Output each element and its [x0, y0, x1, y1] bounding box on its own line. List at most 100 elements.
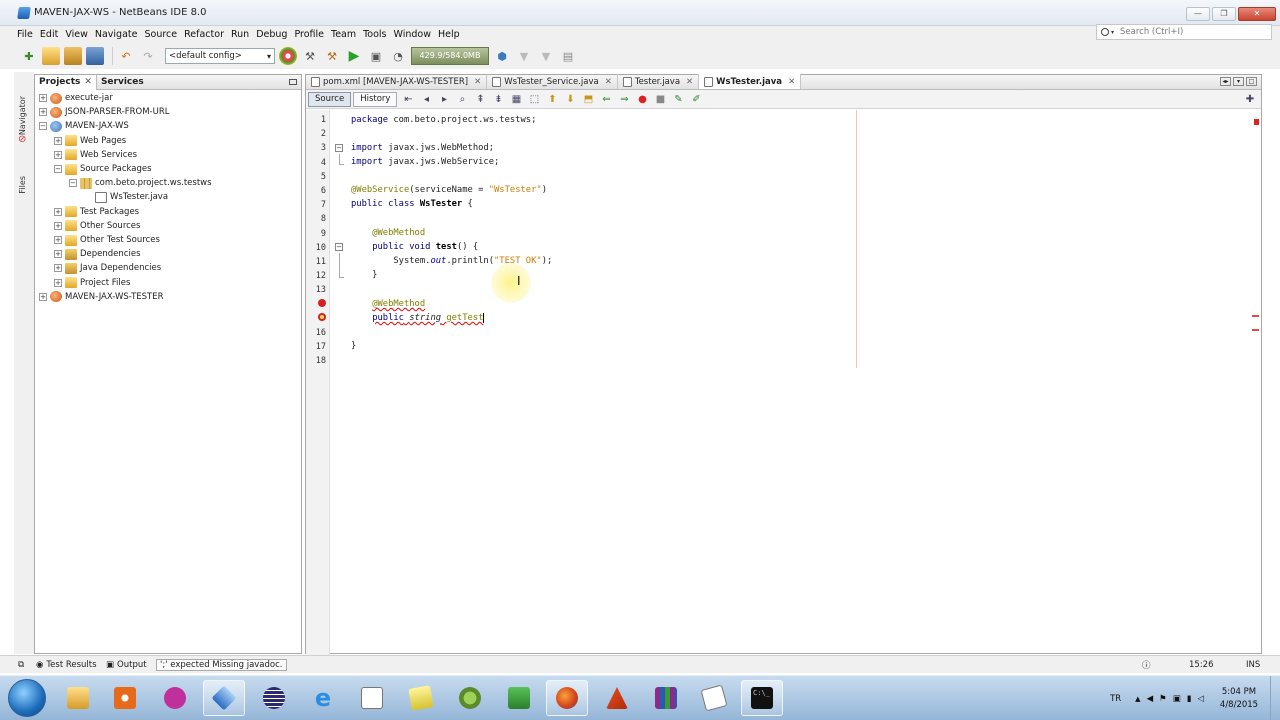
speaker-icon[interactable]: ◀	[1147, 694, 1154, 704]
menu-profile[interactable]: Profile	[294, 29, 324, 40]
menu-help[interactable]: Help	[438, 29, 460, 40]
run-icon[interactable]: ▶	[345, 47, 363, 65]
collapse-icon[interactable]: −	[39, 122, 47, 131]
save-all-icon[interactable]	[86, 47, 104, 65]
taskbar-media-player[interactable]	[104, 680, 146, 716]
taskbar-firefox[interactable]	[546, 680, 588, 716]
expand-icon[interactable]: +	[54, 221, 62, 230]
shift-right-icon[interactable]: ⇒	[617, 93, 631, 106]
close-tab-icon[interactable]: ✕	[84, 77, 92, 87]
tab-wstester[interactable]: WsTester.java ✕	[699, 74, 802, 89]
find-previous-icon[interactable]: ⇞	[473, 93, 487, 106]
taskbar-app[interactable]	[154, 680, 196, 716]
back-icon[interactable]: ◂	[419, 93, 433, 106]
expand-icon[interactable]: +	[39, 292, 47, 301]
menu-run[interactable]: Run	[231, 29, 249, 40]
toggle-selection-icon[interactable]: ⬚	[527, 93, 541, 106]
tree-item[interactable]: + JSON-PARSER-FROM-URL	[39, 105, 169, 119]
pause-io-icon[interactable]: ▼	[515, 47, 533, 65]
maximize-button[interactable]: ❐	[1212, 7, 1236, 21]
expand-icon[interactable]: +	[54, 264, 62, 273]
fold-toggle-icon[interactable]: −	[335, 144, 343, 152]
taskbar-matlab[interactable]	[596, 680, 638, 716]
output-tab[interactable]: ▣ Output	[106, 658, 147, 672]
error-stripe-mark[interactable]	[1252, 315, 1259, 317]
error-icon[interactable]	[318, 299, 326, 307]
flag-icon[interactable]: ⚑	[1159, 694, 1167, 704]
menu-view[interactable]: View	[65, 29, 88, 40]
show-opened-documents-icon[interactable]: ▾	[1233, 77, 1244, 86]
fold-toggle-icon[interactable]: −	[335, 243, 343, 251]
tree-item[interactable]: + Web Services	[54, 148, 137, 162]
menu-navigate[interactable]: Navigate	[95, 29, 138, 40]
tree-item[interactable]: WsTester.java	[84, 190, 168, 204]
profile-icon[interactable]: ◔	[389, 47, 407, 65]
menu-debug[interactable]: Debug	[256, 29, 287, 40]
tree-item[interactable]: + Project Files	[54, 276, 130, 290]
debug-icon[interactable]: ▣	[367, 47, 385, 65]
close-tab-icon[interactable]: ✕	[605, 77, 612, 87]
next-bookmark-icon[interactable]: ⬇	[563, 93, 577, 106]
expand-icon[interactable]: +	[54, 150, 62, 159]
minimize-panel-icon[interactable]	[289, 79, 297, 85]
config-select[interactable]: <default config>	[165, 48, 275, 64]
tree-item[interactable]: + Other Test Sources	[54, 233, 160, 247]
split-editor-icon[interactable]: ✚	[1243, 93, 1257, 106]
language-indicator[interactable]: TR	[1110, 694, 1121, 704]
stop-io-icon[interactable]: ▼	[537, 47, 555, 65]
start-macro-icon[interactable]: ●	[635, 93, 649, 106]
minimize-button[interactable]: —	[1186, 7, 1210, 21]
stop-macro-icon[interactable]: ■	[653, 93, 667, 106]
tab-wstester-service[interactable]: WsTester_Service.java ✕	[487, 74, 618, 89]
close-tab-icon[interactable]: ✕	[686, 77, 693, 87]
find-icon[interactable]: ⌕	[455, 93, 469, 106]
tree-item[interactable]: − Source Packages	[54, 162, 152, 176]
previous-bookmark-icon[interactable]: ⬆	[545, 93, 559, 106]
last-edit-icon[interactable]: ⇤	[401, 93, 415, 106]
network-icon[interactable]: ▮	[1187, 694, 1192, 704]
history-mode-button[interactable]: History	[353, 91, 398, 107]
find-next-icon[interactable]: ⇟	[491, 93, 505, 106]
notifications-icon[interactable]: ⓘ	[1142, 658, 1151, 672]
chart-icon[interactable]: ▤	[559, 47, 577, 65]
test-results-tab[interactable]: ◉ Test Results	[36, 658, 97, 672]
menu-refactor[interactable]: Refactor	[184, 29, 224, 40]
taskbar-explorer[interactable]	[57, 680, 99, 716]
source-mode-button[interactable]: Source	[308, 91, 352, 107]
comment-icon[interactable]: ✎	[671, 93, 685, 106]
taskbar-android-studio[interactable]	[449, 680, 491, 716]
error-stripe-mark[interactable]	[1252, 329, 1259, 331]
close-tab-icon[interactable]: ✕	[474, 77, 481, 87]
browser-icon[interactable]	[279, 47, 297, 65]
tree-item[interactable]: + Web Pages	[54, 134, 126, 148]
close-button[interactable]: ✕	[1238, 7, 1276, 21]
tree-item[interactable]: − com.beto.project.ws.testws	[69, 176, 212, 190]
expand-icon[interactable]: +	[54, 250, 62, 259]
expand-icon[interactable]: +	[54, 136, 62, 145]
close-tab-icon[interactable]: ✕	[788, 77, 795, 87]
tab-services[interactable]: Services	[97, 75, 148, 90]
taskbar-netbeans[interactable]	[203, 680, 245, 716]
toggle-highlight-icon[interactable]: ▦	[509, 93, 523, 106]
memory-indicator[interactable]: 429.9/584.0MB	[411, 47, 489, 65]
shift-left-icon[interactable]: ⇐	[599, 93, 613, 106]
tree-item[interactable]: + Dependencies	[54, 247, 141, 261]
scroll-tabs-icon[interactable]: ◂▸	[1220, 77, 1231, 86]
collapse-icon[interactable]: −	[69, 179, 77, 188]
uncomment-icon[interactable]: ✐	[689, 93, 703, 106]
forward-icon[interactable]: ▸	[437, 93, 451, 106]
show-desktop-button[interactable]	[1270, 676, 1280, 720]
open-project-icon[interactable]	[64, 47, 82, 65]
new-file-icon[interactable]: ✚	[20, 47, 38, 65]
menu-window[interactable]: Window	[394, 29, 431, 40]
navigator-tab[interactable]: Navigator	[18, 96, 27, 135]
expand-icon[interactable]: +	[54, 278, 62, 287]
expand-icon[interactable]: +	[39, 94, 47, 102]
tree-item[interactable]: + Other Sources	[54, 219, 140, 233]
expand-icon[interactable]: +	[54, 236, 62, 244]
build-icon[interactable]: ⚒	[301, 47, 319, 65]
taskbar-cmd[interactable]: C:\_	[741, 680, 783, 716]
clean-build-icon[interactable]: ⚒	[323, 47, 341, 65]
start-button[interactable]	[8, 679, 46, 717]
taskbar-winrar[interactable]	[645, 680, 687, 716]
